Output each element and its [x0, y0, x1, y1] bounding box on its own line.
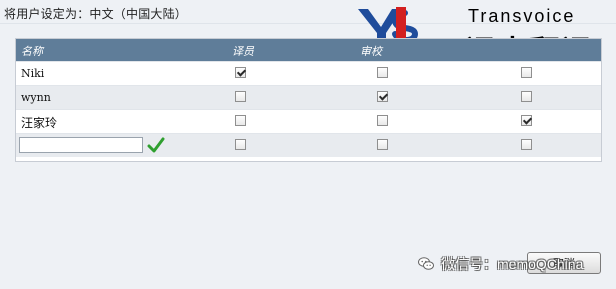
check-icon[interactable]	[147, 136, 165, 154]
brand-name-english: Transvoice	[468, 6, 576, 26]
cancel-button[interactable]: 取消	[527, 252, 601, 274]
table-row: 汪家玲	[16, 109, 601, 133]
translator-checkbox[interactable]	[235, 115, 246, 126]
third-role-checkbox[interactable]	[521, 91, 532, 102]
third-role-checkbox[interactable]	[521, 139, 532, 150]
column-header-translator: 译员	[232, 45, 254, 58]
user-name: 汪家玲	[21, 116, 58, 130]
translator-checkbox[interactable]	[235, 139, 246, 150]
new-user-name-input[interactable]	[19, 137, 143, 153]
table-row: Niki	[16, 61, 601, 85]
third-role-checkbox[interactable]	[521, 67, 532, 78]
user-assignment-dialog: 将用户设定为：中文（中国大陆） Transvoice 译声翻译 名称 译员 审校…	[0, 0, 616, 289]
reviewer-checkbox[interactable]	[377, 91, 388, 102]
table-row	[16, 133, 601, 157]
reviewer-checkbox[interactable]	[377, 67, 388, 78]
reviewer-checkbox[interactable]	[377, 139, 388, 150]
third-role-checkbox[interactable]	[521, 115, 532, 126]
translator-checkbox[interactable]	[235, 91, 246, 102]
table-row: wynn	[16, 85, 601, 109]
wechat-icon	[418, 257, 434, 270]
translator-checkbox[interactable]	[235, 67, 246, 78]
column-header-name: 名称	[21, 45, 43, 58]
table-header: 名称 译员 审校	[16, 39, 601, 61]
dialog-header: 将用户设定为：中文（中国大陆）	[4, 7, 188, 21]
column-header-reviewer: 审校	[360, 45, 382, 58]
user-name: wynn	[21, 91, 51, 104]
user-role-table: 名称 译员 审校 Niki wynn 汪家玲	[15, 38, 602, 162]
user-name: Niki	[21, 67, 45, 80]
reviewer-checkbox[interactable]	[377, 115, 388, 126]
